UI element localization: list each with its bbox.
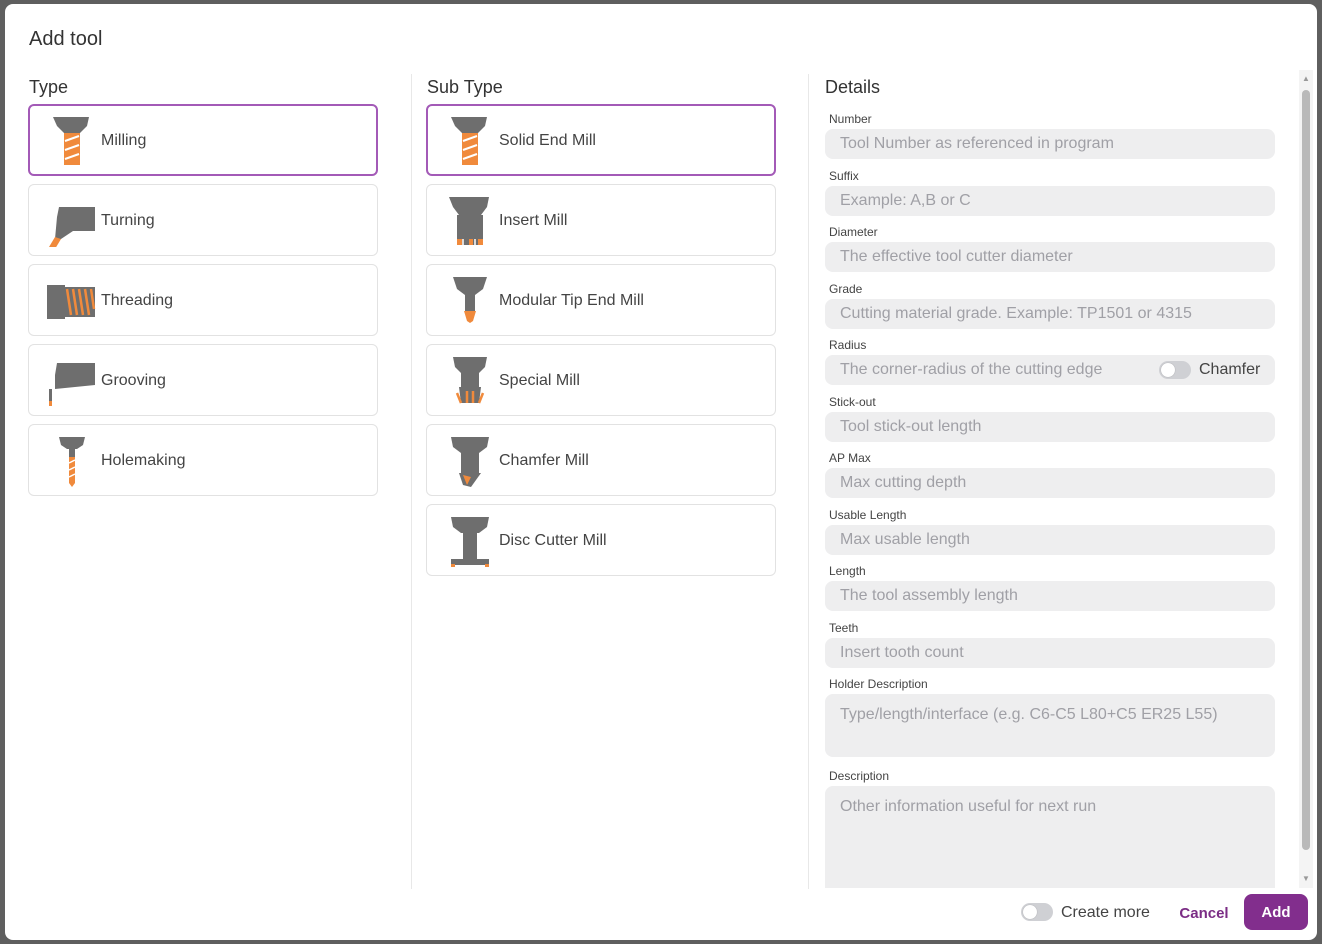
dialog-title: Add tool (29, 28, 103, 50)
subtype-label: Solid End Mill (499, 132, 596, 149)
subtype-label: Disc Cutter Mill (499, 532, 607, 549)
holder-description-label: Holder Description (829, 677, 928, 691)
type-card-holemaking[interactable]: Holemaking (28, 424, 378, 496)
toggle-knob (1023, 905, 1037, 919)
ap-max-label: AP Max (829, 451, 871, 465)
type-column-title: Type (29, 77, 69, 97)
holemaking-icon (47, 435, 97, 487)
type-card-milling[interactable]: Milling (28, 104, 378, 176)
radius-label: Radius (829, 338, 867, 352)
subtype-card-solid-end-mill[interactable]: Solid End Mill (426, 104, 776, 176)
teeth-label: Teeth (829, 621, 859, 635)
scroll-up-arrow-icon[interactable]: ▲ (1302, 74, 1310, 83)
chamfer-mill-icon (445, 435, 495, 487)
type-label: Holemaking (101, 452, 186, 469)
column-divider (411, 74, 412, 889)
create-more-label: Create more (1061, 904, 1150, 921)
subtype-card-insert-mill[interactable]: Insert Mill (426, 184, 776, 256)
length-input[interactable] (825, 581, 1275, 611)
milling-icon (47, 115, 97, 167)
grade-input[interactable] (825, 299, 1275, 329)
subtype-card-modular-tip-end-mill[interactable]: Modular Tip End Mill (426, 264, 776, 336)
details-title: Details (825, 77, 881, 97)
special-mill-icon (445, 355, 495, 407)
number-label: Number (829, 112, 872, 126)
usable-length-label: Usable Length (829, 508, 907, 522)
diameter-input[interactable] (825, 242, 1275, 272)
modular-tip-end-mill-icon (445, 275, 495, 327)
usable-length-input[interactable] (825, 525, 1275, 555)
grooving-icon (47, 355, 97, 407)
disc-cutter-mill-icon (445, 515, 495, 567)
subtype-card-special-mill[interactable]: Special Mill (426, 344, 776, 416)
solid-end-mill-icon (445, 115, 495, 167)
description-input[interactable] (825, 786, 1275, 888)
type-label: Grooving (101, 372, 166, 389)
type-card-grooving[interactable]: Grooving (28, 344, 378, 416)
create-more-toggle[interactable] (1021, 903, 1053, 921)
add-tool-dialog: Add tool Type Milling Turning Threading … (5, 4, 1317, 940)
type-card-threading[interactable]: Threading (28, 264, 378, 336)
details-scrollbar[interactable]: ▲ ▼ (1299, 70, 1313, 888)
cancel-button[interactable]: Cancel (1171, 901, 1237, 925)
stick-out-input[interactable] (825, 412, 1275, 442)
subtype-card-disc-cutter-mill[interactable]: Disc Cutter Mill (426, 504, 776, 576)
holder-description-input[interactable] (825, 694, 1275, 757)
chamfer-toggle[interactable] (1159, 361, 1191, 379)
length-label: Length (829, 564, 866, 578)
number-input[interactable] (825, 129, 1275, 159)
stick-out-label: Stick-out (829, 395, 876, 409)
subtype-card-chamfer-mill[interactable]: Chamfer Mill (426, 424, 776, 496)
turning-icon (47, 195, 97, 247)
add-button[interactable]: Add (1244, 894, 1308, 930)
scroll-down-arrow-icon[interactable]: ▼ (1302, 874, 1310, 883)
type-label: Threading (101, 292, 174, 309)
ap-max-input[interactable] (825, 468, 1275, 498)
subtype-column-title: Sub Type (427, 77, 503, 97)
subtype-label: Chamfer Mill (499, 452, 589, 469)
details-panel: Details Number Suffix Diameter Grade Rad… (825, 70, 1313, 888)
type-label: Milling (101, 132, 147, 149)
diameter-label: Diameter (829, 225, 878, 239)
scroll-thumb[interactable] (1302, 90, 1310, 850)
subtype-label: Special Mill (499, 372, 580, 389)
grade-label: Grade (829, 282, 863, 296)
insert-mill-icon (445, 195, 495, 247)
toggle-knob (1161, 363, 1175, 377)
type-label: Turning (101, 212, 155, 229)
chamfer-label: Chamfer (1199, 361, 1261, 378)
suffix-input[interactable] (825, 186, 1275, 216)
subtype-label: Modular Tip End Mill (499, 292, 644, 309)
column-divider (808, 74, 809, 889)
description-label: Description (829, 769, 890, 783)
suffix-label: Suffix (829, 169, 859, 183)
teeth-input[interactable] (825, 638, 1275, 668)
type-card-turning[interactable]: Turning (28, 184, 378, 256)
subtype-label: Insert Mill (499, 212, 568, 229)
threading-icon (47, 275, 97, 327)
